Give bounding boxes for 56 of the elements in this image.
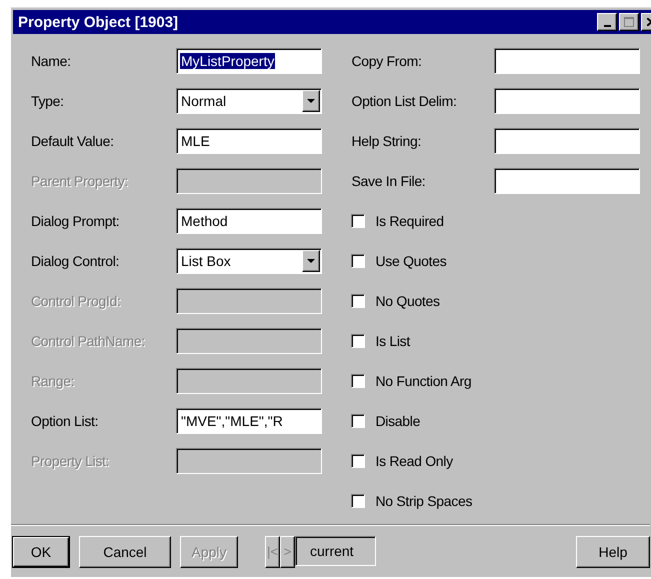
dropdown-arrow-button[interactable]: [302, 250, 320, 272]
caret-icon: [307, 259, 315, 263]
checkbox-label: Disable: [375, 413, 422, 429]
field-label: Control ProgId:: [31, 293, 122, 309]
input-field[interactable]: [494, 168, 640, 194]
input-field[interactable]: [494, 88, 640, 114]
input-field[interactable]: MyListProperty: [176, 48, 322, 74]
checkbox[interactable]: [351, 454, 366, 468]
field-label: Parent Property:: [31, 173, 130, 189]
field-label: Type:: [31, 93, 65, 109]
maximize-button[interactable]: [619, 13, 639, 31]
minimize-icon: [604, 24, 610, 28]
field-label: Option List Delim:: [351, 93, 458, 109]
field-label: Help String:: [351, 133, 422, 149]
dropdown-value: List Box: [180, 253, 232, 269]
input-field[interactable]: "MVE","MLE","R: [176, 408, 322, 434]
input-field[interactable]: Method: [176, 208, 322, 234]
field-label: Save In File:: [351, 173, 426, 189]
checkbox[interactable]: [351, 374, 366, 388]
dropdown[interactable]: Normal: [176, 88, 322, 114]
dialog-button[interactable]: Cancel: [79, 536, 171, 568]
minimize-button[interactable]: [597, 13, 617, 31]
checkbox-label: Use Quotes: [375, 253, 448, 269]
checkbox[interactable]: [351, 334, 366, 348]
checkbox-label: No Function Arg: [375, 373, 472, 389]
field-label: Dialog Prompt:: [31, 213, 120, 229]
input-field[interactable]: [494, 128, 640, 154]
dropdown-value: Normal: [180, 93, 228, 109]
dialog-button[interactable]: OK: [12, 536, 70, 568]
input-field[interactable]: [494, 48, 640, 74]
caret-icon: [307, 99, 315, 103]
field-label: Default Value:: [31, 133, 115, 149]
checkbox[interactable]: [351, 494, 366, 508]
checkbox-label: Is Required: [375, 213, 445, 229]
field-label: Property List:: [31, 453, 110, 469]
checkbox[interactable]: [351, 414, 366, 428]
dropdown-arrow-button[interactable]: [302, 90, 320, 112]
checkbox-label: No Strip Spaces: [375, 493, 474, 509]
current-indicator: current: [295, 536, 376, 566]
field-label: Name:: [31, 53, 72, 69]
checkbox-label: No Quotes: [375, 293, 441, 309]
checkbox[interactable]: [351, 294, 366, 308]
field-label: Range:: [31, 373, 76, 389]
checkbox-label: Is Read Only: [375, 453, 454, 469]
input-field[interactable]: MLE: [176, 128, 322, 154]
field-label: Copy From:: [351, 53, 423, 69]
field-label: Option List:: [31, 413, 100, 429]
window-title: Property Object [1903]: [18, 14, 180, 30]
field-label: Dialog Control:: [31, 253, 120, 269]
checkbox-label: Is List: [375, 333, 412, 349]
dropdown[interactable]: List Box: [176, 248, 322, 274]
checkbox[interactable]: [351, 214, 366, 228]
checkbox[interactable]: [351, 254, 366, 268]
help-button[interactable]: Help: [576, 536, 650, 568]
maximize-icon: [624, 17, 634, 27]
field-label: Control PathName:: [31, 333, 146, 349]
